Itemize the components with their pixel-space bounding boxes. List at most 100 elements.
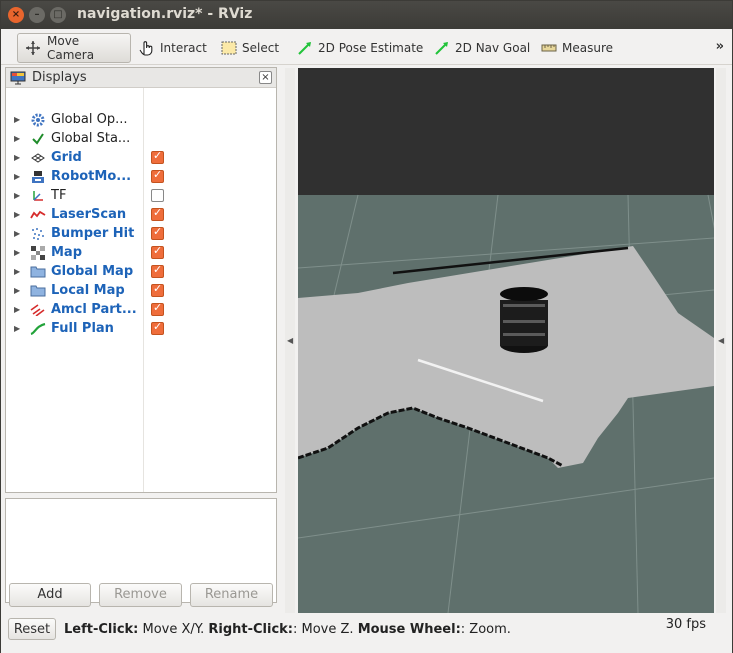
enable-checkbox[interactable] xyxy=(151,301,164,316)
enable-checkbox[interactable] xyxy=(151,206,164,221)
window-title: navigation.rviz* - RViz xyxy=(77,6,253,22)
interact-tool[interactable]: Interact xyxy=(133,33,213,63)
minimize-window-button[interactable]: – xyxy=(29,7,45,23)
display-row-global-op[interactable]: ▶ Global Op... xyxy=(6,110,276,129)
display-row-global-map[interactable]: ▶ Global Map xyxy=(6,262,276,281)
display-row-grid[interactable]: ▶ Grid xyxy=(6,148,276,167)
tf-axes-icon xyxy=(30,188,46,204)
add-display-button[interactable]: Add xyxy=(9,583,91,607)
gear-icon xyxy=(30,112,46,128)
monitor-icon xyxy=(10,71,26,84)
rename-display-button[interactable]: Rename xyxy=(190,583,273,607)
grid-icon xyxy=(30,150,46,166)
map-icon xyxy=(30,245,46,261)
nav-goal-arrow-icon xyxy=(435,42,448,55)
ruler-icon xyxy=(541,44,557,52)
display-row-robotmo[interactable]: ▶ RobotMo... xyxy=(6,167,276,186)
checkmark-icon xyxy=(30,131,46,147)
help-right-click-action: : Move Z. xyxy=(293,622,358,637)
help-left-click-action: Move X/Y. xyxy=(138,622,209,637)
hand-pointer-icon xyxy=(139,41,153,56)
collapse-right-arrow-icon: ◀ xyxy=(718,336,725,345)
expand-arrow-icon[interactable]: ▶ xyxy=(14,286,20,295)
status-bar: Reset Left-Click: Move X/Y. Right-Click:… xyxy=(1,615,732,653)
3d-render-viewport[interactable] xyxy=(298,68,714,613)
enable-checkbox[interactable] xyxy=(151,263,164,278)
fps-readout: 30 fps xyxy=(665,617,706,632)
displays-panel-header: Displays xyxy=(6,68,276,88)
select-label: Select xyxy=(242,41,280,55)
display-row-local-map[interactable]: ▶ Local Map xyxy=(6,281,276,300)
expand-arrow-icon[interactable]: ▶ xyxy=(14,115,20,124)
maximize-window-button[interactable]: □ xyxy=(50,7,66,23)
display-row-tf[interactable]: ▶ TF xyxy=(6,186,276,205)
display-row-full-plan[interactable]: ▶ Full Plan xyxy=(6,319,276,338)
right-dock-collapse-handle[interactable]: ◀ xyxy=(716,68,726,613)
display-label: Local Map xyxy=(51,283,125,298)
rviz-window: × – □ navigation.rviz* - RViz Move Camer… xyxy=(0,0,733,653)
display-label: Global Op... xyxy=(51,112,128,127)
enable-checkbox[interactable] xyxy=(151,282,164,297)
expand-arrow-icon[interactable]: ▶ xyxy=(14,305,20,314)
display-row-bumper-hit[interactable]: ▶ Bumper Hit xyxy=(6,224,276,243)
expand-arrow-icon[interactable]: ▶ xyxy=(14,134,20,143)
help-wheel-key: Mouse Wheel: xyxy=(357,622,461,637)
measure-label: Measure xyxy=(562,41,613,55)
display-row-amcl-part[interactable]: ▶ Amcl Part... xyxy=(6,300,276,319)
expand-arrow-icon[interactable]: ▶ xyxy=(14,191,20,200)
display-label: Full Plan xyxy=(51,321,114,336)
move-camera-label: Move Camera xyxy=(47,34,95,62)
interact-label: Interact xyxy=(160,41,207,55)
display-row-map[interactable]: ▶ Map xyxy=(6,243,276,262)
expand-arrow-icon[interactable]: ▶ xyxy=(14,172,20,181)
display-label: Amcl Part... xyxy=(51,302,137,317)
expand-arrow-icon[interactable]: ▶ xyxy=(14,267,20,276)
expand-arrow-icon[interactable]: ▶ xyxy=(14,153,20,162)
enable-checkbox[interactable] xyxy=(151,225,164,240)
display-label: Global Map xyxy=(51,264,134,279)
collapse-left-arrow-icon: ◀ xyxy=(287,336,294,345)
display-label: Map xyxy=(51,245,83,260)
expand-arrow-icon[interactable]: ▶ xyxy=(14,229,20,238)
pose-array-icon xyxy=(30,302,46,318)
left-dock-collapse-handle[interactable]: ◀ xyxy=(285,68,295,613)
enable-checkbox[interactable] xyxy=(151,149,164,164)
expand-arrow-icon[interactable]: ▶ xyxy=(14,248,20,257)
robot-model-icon xyxy=(30,169,46,185)
select-box-icon xyxy=(221,41,237,55)
displays-panel: Displays × ▶ Global Op... ▶ Global Sta... ▶ G… xyxy=(5,67,277,493)
help-wheel-action: : Zoom. xyxy=(460,622,511,637)
reset-button[interactable]: Reset xyxy=(8,618,56,640)
enable-checkbox[interactable] xyxy=(151,244,164,259)
move-camera-tool[interactable]: Move Camera xyxy=(17,33,131,63)
enable-checkbox[interactable] xyxy=(151,320,164,335)
enable-checkbox[interactable] xyxy=(151,189,164,202)
expand-arrow-icon[interactable]: ▶ xyxy=(14,324,20,333)
displays-title: Displays xyxy=(32,70,87,85)
close-panel-button[interactable]: × xyxy=(259,71,272,84)
folder-icon xyxy=(30,283,46,299)
display-label: Bumper Hit xyxy=(51,226,135,241)
close-window-button[interactable]: × xyxy=(8,7,24,23)
display-row-global-sta[interactable]: ▶ Global Sta... xyxy=(6,129,276,148)
2d-pose-estimate-label: 2D Pose Estimate xyxy=(318,41,424,55)
measure-tool[interactable]: Measure xyxy=(535,33,619,63)
display-label: Global Sta... xyxy=(51,131,131,146)
toolbar-overflow-button[interactable]: » xyxy=(716,39,724,54)
remove-display-button[interactable]: Remove xyxy=(99,583,182,607)
move-camera-icon xyxy=(26,41,40,55)
2d-nav-goal-tool[interactable]: 2D Nav Goal xyxy=(428,33,536,63)
turtlebot-robot xyxy=(500,287,548,353)
display-label: TF xyxy=(51,188,67,203)
enable-checkbox[interactable] xyxy=(151,168,164,183)
point-cloud-icon xyxy=(30,226,46,242)
2d-nav-goal-label: 2D Nav Goal xyxy=(455,41,531,55)
2d-pose-estimate-tool[interactable]: 2D Pose Estimate xyxy=(291,33,429,63)
path-icon xyxy=(30,321,46,337)
pose-estimate-arrow-icon xyxy=(298,42,311,55)
expand-arrow-icon[interactable]: ▶ xyxy=(14,210,20,219)
3d-scene xyxy=(298,68,714,613)
title-bar: × – □ navigation.rviz* - RViz xyxy=(1,1,732,29)
display-row-laserscan[interactable]: ▶ LaserScan xyxy=(6,205,276,224)
select-tool[interactable]: Select xyxy=(215,33,285,63)
